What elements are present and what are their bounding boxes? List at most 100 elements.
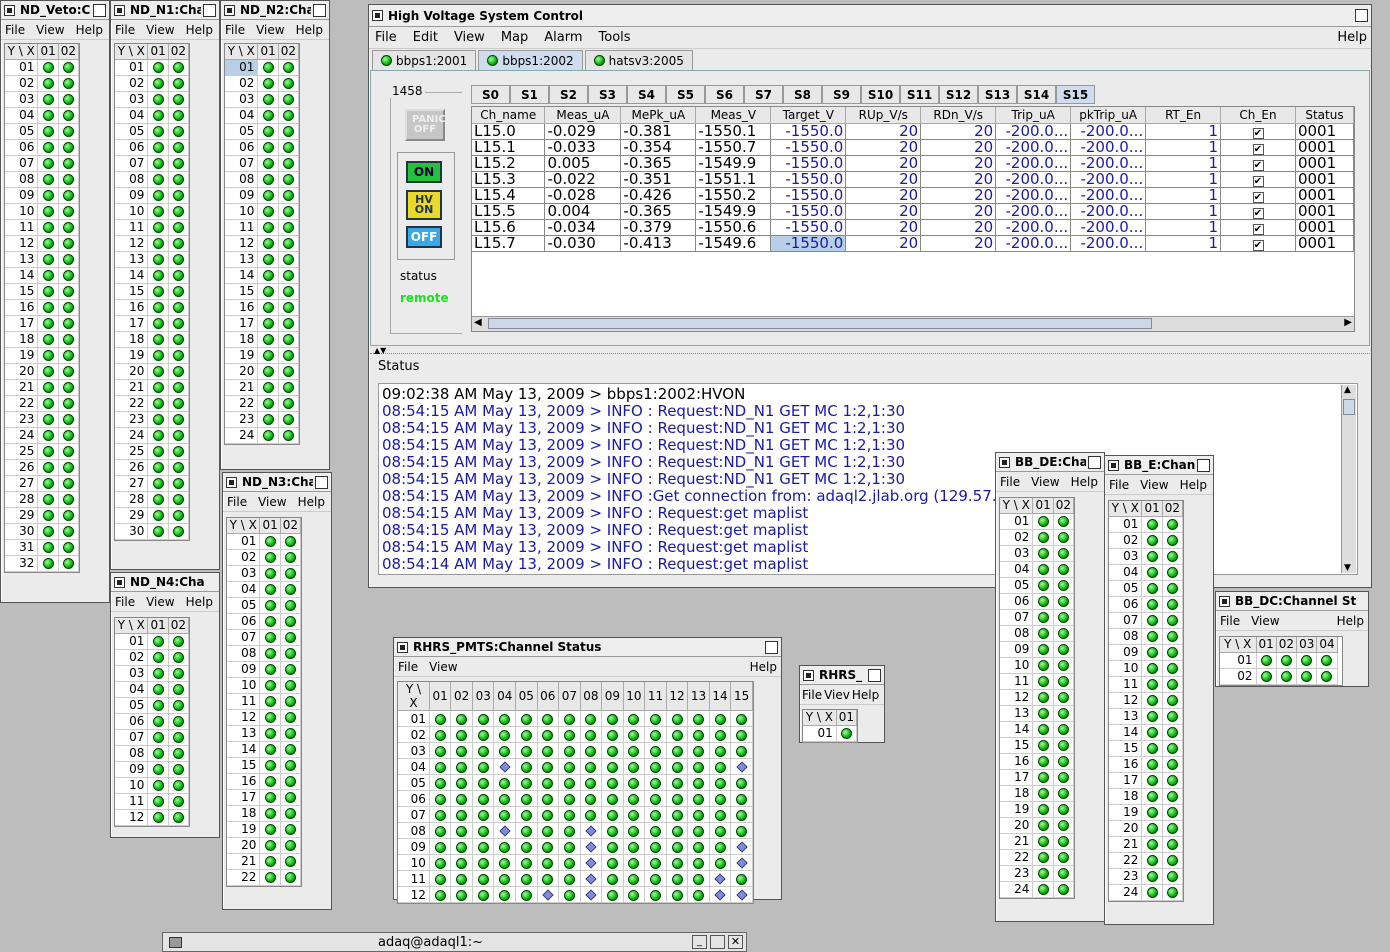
pmt-cell[interactable]: [472, 806, 495, 823]
row-label[interactable]: 14: [1109, 724, 1143, 741]
pmt-cell[interactable]: [601, 838, 624, 855]
window-menu-icon[interactable]: [224, 4, 235, 16]
channel-cell[interactable]: [168, 761, 190, 778]
table-cell[interactable]: -0.028: [544, 187, 622, 204]
channel-cell[interactable]: [147, 491, 169, 508]
channel-cell[interactable]: [147, 91, 169, 108]
menu-file[interactable]: File: [802, 688, 822, 702]
channel-cell[interactable]: [147, 697, 169, 714]
tab-slot-s4[interactable]: S4: [627, 85, 666, 104]
channel-cell[interactable]: [168, 475, 190, 492]
row-label[interactable]: 06: [115, 139, 149, 156]
channel-cell[interactable]: [259, 533, 281, 550]
row-label[interactable]: 18: [1000, 785, 1034, 802]
table-cell[interactable]: -200.0...: [995, 139, 1072, 156]
pmt-cell[interactable]: [472, 854, 495, 871]
table-cell[interactable]: -0.351: [620, 171, 697, 188]
channel-cell[interactable]: [280, 597, 302, 614]
channel-cell[interactable]: [1296, 652, 1318, 669]
pmt-cell[interactable]: [493, 774, 517, 791]
channel-cell[interactable]: [1162, 772, 1184, 789]
row-label[interactable]: 07: [225, 155, 259, 172]
channel-cell[interactable]: [257, 395, 279, 412]
pmt-cell[interactable]: [644, 886, 667, 903]
row-label[interactable]: 09: [5, 187, 39, 204]
channel-cell[interactable]: [280, 853, 302, 870]
table-cell[interactable]: L15.4: [472, 187, 546, 204]
row-label[interactable]: 06: [225, 139, 259, 156]
row-label[interactable]: 22: [1109, 852, 1143, 869]
pmt-cell[interactable]: [623, 838, 646, 855]
table-cell[interactable]: 0.004: [544, 203, 622, 220]
row-label[interactable]: 11: [5, 219, 39, 236]
pmt-cell[interactable]: [429, 790, 452, 807]
pmt-cell[interactable]: [687, 822, 710, 839]
row-label[interactable]: 04: [1109, 564, 1143, 581]
tab-slot-s2[interactable]: S2: [549, 85, 588, 104]
row-label[interactable]: 03: [398, 742, 430, 759]
channel-cell[interactable]: [1141, 692, 1163, 709]
pmt-cell[interactable]: [429, 806, 452, 823]
row-label[interactable]: 16: [115, 299, 149, 316]
row-label[interactable]: 05: [227, 597, 261, 614]
channel-cell[interactable]: [168, 459, 190, 476]
row-label[interactable]: 02: [1000, 529, 1034, 546]
ch-enable-checkbox[interactable]: ✔: [1252, 223, 1264, 234]
channel-cell[interactable]: [58, 235, 80, 252]
tab-slot-s9[interactable]: S9: [822, 85, 861, 104]
pmt-cell[interactable]: [709, 774, 732, 791]
channel-cell[interactable]: [37, 267, 59, 284]
channel-cell[interactable]: [1032, 545, 1054, 562]
pmt-cell[interactable]: [472, 726, 495, 743]
column-header[interactable]: Ch_name: [472, 107, 546, 124]
channel-cell[interactable]: [257, 219, 279, 236]
channel-cell[interactable]: [58, 411, 80, 428]
pmt-cell[interactable]: [537, 726, 560, 743]
channel-cell[interactable]: [1053, 593, 1075, 610]
pmt-cell[interactable]: [687, 742, 710, 759]
pmt-cell[interactable]: [709, 838, 732, 855]
column-header[interactable]: RT_En: [1145, 107, 1222, 124]
ch-enable-checkbox[interactable]: ✔: [1252, 143, 1264, 154]
row-label[interactable]: 20: [225, 363, 259, 380]
channel-cell[interactable]: [1032, 721, 1054, 738]
channel-cell[interactable]: [1162, 708, 1184, 725]
pmt-cell[interactable]: [730, 838, 753, 855]
row-label[interactable]: 10: [115, 203, 149, 220]
pmt-cell[interactable]: [666, 886, 689, 903]
channel-cell[interactable]: [257, 331, 279, 348]
channel-cell[interactable]: [58, 219, 80, 236]
row-label[interactable]: 14: [225, 267, 259, 284]
pmt-cell[interactable]: [515, 710, 538, 727]
table-cell[interactable]: 0.005: [544, 155, 622, 172]
pmt-cell[interactable]: [450, 886, 473, 903]
table-cell[interactable]: -1550.0: [770, 203, 847, 220]
table-cell[interactable]: 0001: [1295, 171, 1354, 188]
channel-cell[interactable]: [1032, 849, 1054, 866]
menu-file[interactable]: File: [1109, 478, 1129, 492]
pmt-cell[interactable]: [580, 758, 603, 775]
table-cell[interactable]: ✔: [1220, 203, 1296, 220]
pmt-cell[interactable]: [429, 758, 452, 775]
row-label[interactable]: 10: [5, 203, 39, 220]
channel-cell[interactable]: [58, 91, 80, 108]
maximize-icon[interactable]: [203, 3, 216, 17]
row-label[interactable]: 02: [1220, 668, 1257, 685]
channel-cell[interactable]: [147, 75, 169, 92]
pmt-cell[interactable]: [537, 838, 560, 855]
channel-cell[interactable]: [1053, 689, 1075, 706]
menu-edit[interactable]: Edit: [413, 30, 438, 45]
pmt-cell[interactable]: [429, 742, 452, 759]
menu-help[interactable]: Help: [296, 23, 323, 37]
table-row[interactable]: L15.5 0.004 -0.365 -1549.9 -1550.0 20 20 -200.0…: [472, 203, 1354, 220]
table-cell[interactable]: 20: [920, 123, 997, 140]
row-label[interactable]: 05: [1109, 580, 1143, 597]
channel-cell[interactable]: [168, 331, 190, 348]
table-cell[interactable]: 20: [920, 171, 997, 188]
pmt-cell[interactable]: [623, 886, 646, 903]
pmt-cell[interactable]: [730, 854, 753, 871]
channel-cell[interactable]: [168, 507, 190, 524]
row-label[interactable]: 08: [1000, 625, 1034, 642]
row-label[interactable]: 04: [5, 107, 39, 124]
table-row[interactable]: L15.7 -0.030 -0.413 -1549.6 -1550.0 20 20 -200.…: [472, 235, 1354, 252]
